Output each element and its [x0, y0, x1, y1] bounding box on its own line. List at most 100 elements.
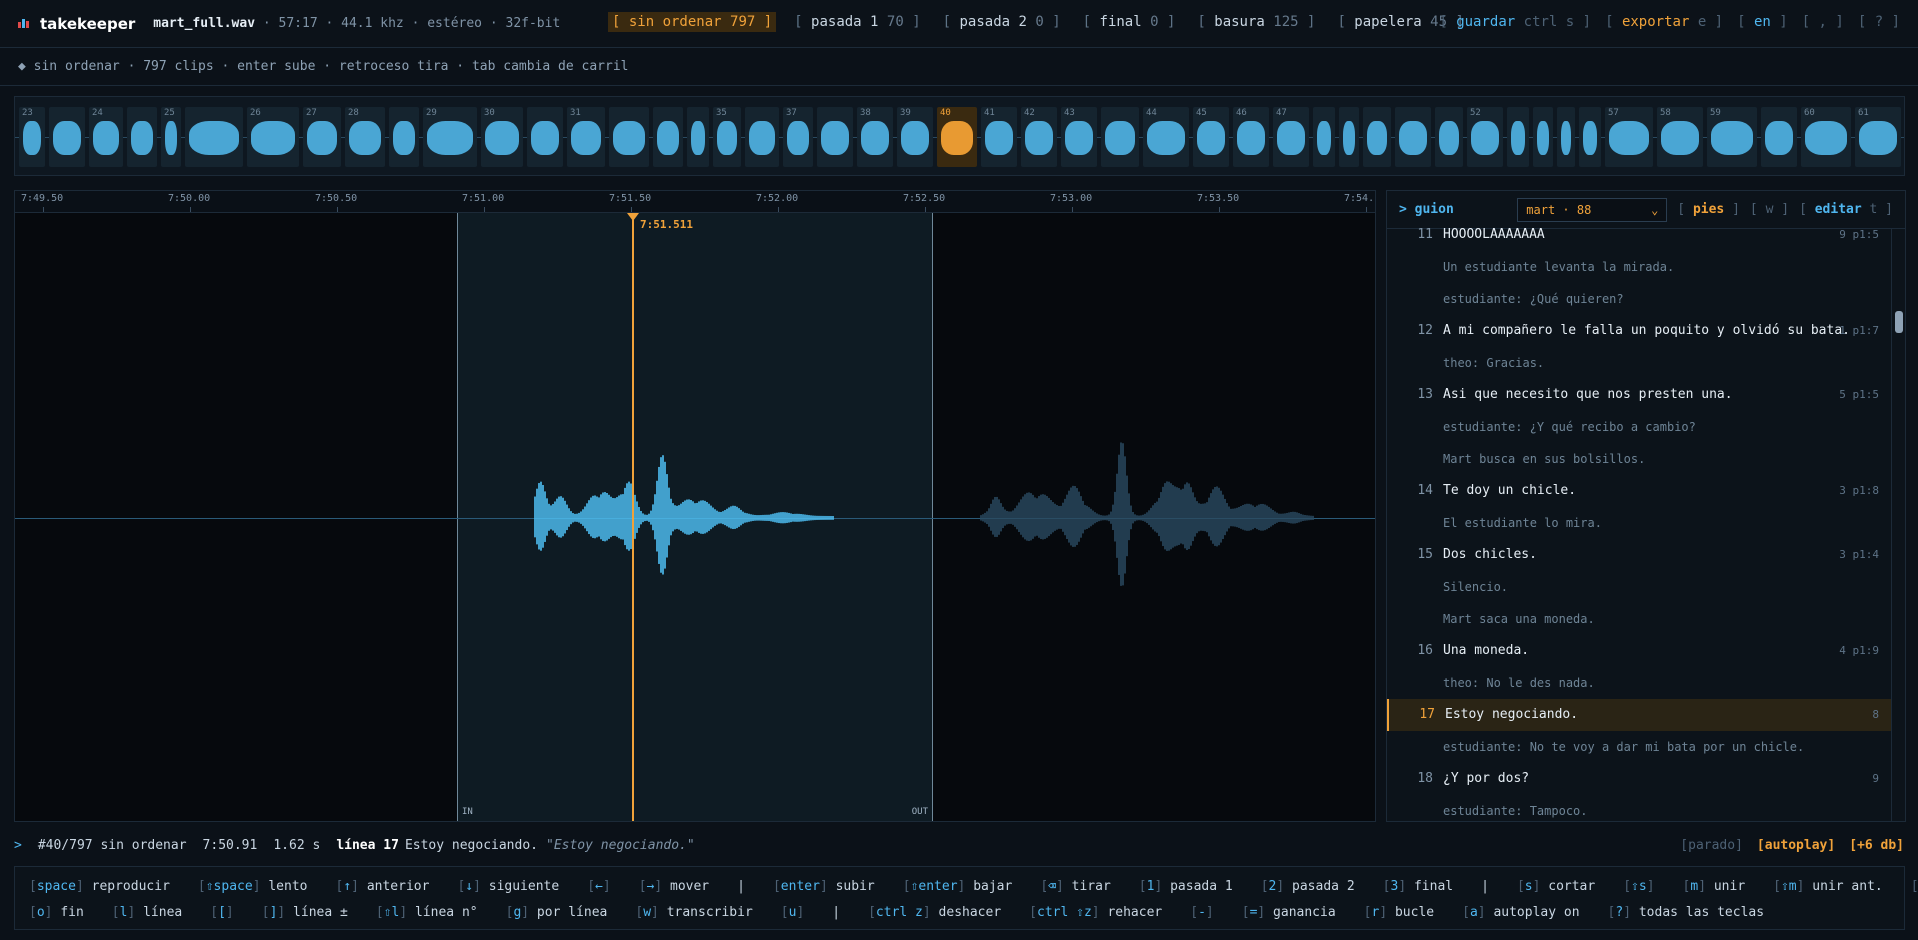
feet-button[interactable]: [ pies ]: [1677, 202, 1740, 217]
playhead[interactable]: [632, 213, 634, 821]
key-cap: [3]: [1382, 878, 1407, 894]
clip-thumb[interactable]: 43: [1061, 107, 1097, 167]
clip-thumb[interactable]: [1313, 107, 1335, 167]
script-direction[interactable]: theo: No le des nada.: [1387, 667, 1891, 699]
clip-thumb[interactable]: 25: [161, 107, 181, 167]
script-direction[interactable]: theo: Gracias.: [1387, 347, 1891, 379]
script-line[interactable]: 13 Asi que necesito que nos presten una. 5…: [1387, 379, 1891, 411]
script-direction[interactable]: estudiante: Tampoco.: [1387, 795, 1891, 821]
lane-tab[interactable]: [ basura 125 ]: [1193, 12, 1319, 32]
clip-thumb[interactable]: 60: [1801, 107, 1851, 167]
clip-thumb[interactable]: 44: [1143, 107, 1189, 167]
script-scrollbar[interactable]: [1891, 229, 1905, 821]
clip-thumb[interactable]: [1533, 107, 1553, 167]
clip-thumb[interactable]: 41: [981, 107, 1017, 167]
script-direction[interactable]: estudiante: ¿Y qué recibo a cambio?: [1387, 411, 1891, 443]
clip-thumb[interactable]: 47: [1273, 107, 1309, 167]
edit-button[interactable]: [ editar t ]: [1799, 202, 1893, 217]
gain-indicator[interactable]: [+6 db]: [1849, 838, 1904, 853]
clip-thumb[interactable]: [1761, 107, 1797, 167]
clip-thumb[interactable]: 61: [1855, 107, 1901, 167]
clip-thumb[interactable]: [1339, 107, 1359, 167]
clip-thumb[interactable]: [653, 107, 683, 167]
clip-thumb[interactable]: 45: [1193, 107, 1229, 167]
script-direction[interactable]: estudiante: No te voy a dar mi bata por …: [1387, 731, 1891, 763]
clip-thumb[interactable]: [609, 107, 649, 167]
clip-thumb[interactable]: [1395, 107, 1431, 167]
clip-thumb[interactable]: 38: [857, 107, 893, 167]
clip-thumb[interactable]: [745, 107, 779, 167]
script-line[interactable]: 14 Te doy un chicle. 3 p1:8: [1387, 475, 1891, 507]
clip-thumb[interactable]: 24: [89, 107, 123, 167]
script-direction[interactable]: Un estudiante levanta la mirada.: [1387, 251, 1891, 283]
clip-waveform: [1317, 121, 1331, 155]
clip-thumb[interactable]: [817, 107, 853, 167]
clip-thumb[interactable]: 26: [247, 107, 299, 167]
clip-thumb[interactable]: [1363, 107, 1391, 167]
export-button[interactable]: [ exportar e ]: [1605, 14, 1723, 30]
clip-thumb[interactable]: [1101, 107, 1139, 167]
clip-thumb[interactable]: 35: [713, 107, 741, 167]
clip-thumb[interactable]: 52: [1467, 107, 1503, 167]
script-direction[interactable]: Mart busca en sus bolsillos.: [1387, 443, 1891, 475]
keybinding: [⇧enter] bajar: [903, 879, 1013, 894]
lane-tab[interactable]: [ pasada 2 0 ]: [939, 12, 1065, 32]
script-lines[interactable]: 11 HOOOOLAAAAAAA 9 p1:5 Un estudiante levan…: [1387, 219, 1891, 821]
clip-thumb[interactable]: [389, 107, 419, 167]
script-direction[interactable]: Mart saca una moneda.: [1387, 603, 1891, 635]
clip-thumb[interactable]: 46: [1233, 107, 1269, 167]
clip-thumb[interactable]: 58: [1657, 107, 1703, 167]
clip-waveform: [717, 121, 737, 155]
clip-thumb[interactable]: 59: [1707, 107, 1757, 167]
w-button[interactable]: [ w ]: [1750, 202, 1789, 217]
clip-thumb[interactable]: 39: [897, 107, 933, 167]
character-select[interactable]: mart · 88 ⌄: [1517, 197, 1668, 222]
line-meta: 1 p1:7: [1839, 324, 1879, 337]
clip-thumb[interactable]: 30: [481, 107, 523, 167]
clip-thumb[interactable]: [185, 107, 243, 167]
script-direction[interactable]: Silencio.: [1387, 571, 1891, 603]
clip-thumb[interactable]: [1579, 107, 1601, 167]
clip-thumb[interactable]: 29: [423, 107, 477, 167]
clip-thumb[interactable]: [527, 107, 563, 167]
clip-thumb[interactable]: 40: [937, 107, 977, 167]
script-line[interactable]: 12 A mi compañero le falla un poquito y o…: [1387, 315, 1891, 347]
clip-thumb[interactable]: [49, 107, 85, 167]
clip-thumb[interactable]: 27: [303, 107, 341, 167]
waveform-editor[interactable]: 7:49.50 7:50.00 7:50.50 7:51.00 7:51.50 7:52.…: [14, 190, 1376, 822]
clip-thumb[interactable]: [1557, 107, 1575, 167]
script-line[interactable]: 15 Dos chicles. 3 p1:4: [1387, 539, 1891, 571]
lane-tab[interactable]: [ final 0 ]: [1079, 12, 1180, 32]
keybinding: [3] final: [1383, 879, 1453, 894]
autoplay-toggle[interactable]: [autoplay]: [1757, 838, 1835, 853]
script-line[interactable]: 11 HOOOOLAAAAAAA 9 p1:5: [1387, 219, 1891, 251]
clip-thumb[interactable]: 57: [1605, 107, 1653, 167]
clip-thumb[interactable]: [1507, 107, 1529, 167]
save-button[interactable]: [ guardar ctrl s ]: [1439, 14, 1591, 30]
script-direction[interactable]: estudiante: ¿Qué quieren?: [1387, 283, 1891, 315]
script-line[interactable]: 16 Una moneda. 4 p1:9: [1387, 635, 1891, 667]
clip-thumb[interactable]: 31: [567, 107, 605, 167]
scrollbar-thumb[interactable]: [1895, 311, 1903, 333]
clip-number: 45: [1196, 108, 1207, 118]
clip-thumb[interactable]: 42: [1021, 107, 1057, 167]
script-line[interactable]: 18 ¿Y por dos? 9: [1387, 763, 1891, 795]
export-key: e: [1697, 14, 1707, 30]
clip-thumb[interactable]: 28: [345, 107, 385, 167]
clip-thumb[interactable]: [127, 107, 157, 167]
keybinding: |: [832, 905, 840, 920]
script-direction[interactable]: El estudiante lo mira.: [1387, 507, 1891, 539]
lane-tab[interactable]: [ pasada 1 70 ]: [790, 12, 924, 32]
clip-thumb[interactable]: 23: [19, 107, 45, 167]
clip-thumb[interactable]: [1435, 107, 1463, 167]
script-line[interactable]: 17 Estoy negociando. 8: [1387, 699, 1891, 731]
lane-tab[interactable]: [ sin ordenar 797 ]: [608, 12, 777, 32]
help-button[interactable]: [ ? ]: [1858, 14, 1900, 30]
clip-thumb[interactable]: 37: [783, 107, 813, 167]
status-bar: > #40/797 sin ordenar 7:50.91 1.62 s lín…: [0, 832, 1918, 858]
clip-strip[interactable]: 23 24 25 26 27 28 29 30 31 35 37 38 39 40 41 42 43 44 45 46…: [14, 96, 1905, 176]
clip-waveform: [1277, 121, 1305, 155]
clip-thumb[interactable]: [687, 107, 709, 167]
comma-button[interactable]: [ , ]: [1802, 14, 1844, 30]
language-button[interactable]: [ en ]: [1737, 14, 1788, 30]
